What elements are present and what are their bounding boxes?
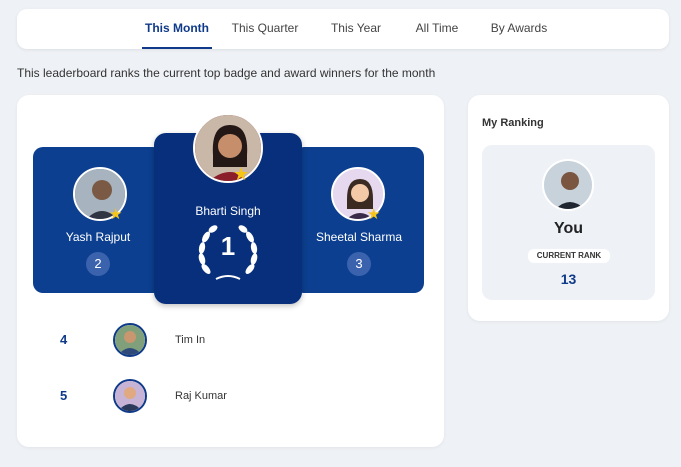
my-ranking-panel: My Ranking You CURRENT RANK 13: [468, 95, 669, 321]
podium-third[interactable]: ★ Sheetal Sharma 3: [294, 147, 424, 293]
podium-second-name: Yash Rajput: [65, 230, 131, 244]
avatar: [113, 379, 147, 413]
list-item-name: Tim In: [175, 334, 206, 346]
period-tabs: This Month This Quarter This Year All Ti…: [17, 9, 669, 49]
podium-second[interactable]: ★ Yash Rajput 2: [33, 147, 163, 293]
podium-third-rank: 3: [347, 252, 371, 276]
avatar: [542, 159, 594, 211]
current-rank-value: 13: [560, 271, 577, 287]
my-ranking-card: You CURRENT RANK 13: [482, 145, 655, 300]
list-item-name: Raj Kumar: [175, 390, 227, 402]
star-icon: ★: [367, 206, 381, 223]
list-item[interactable]: 4 Tim In: [17, 321, 444, 359]
podium-third-name: Sheetal Sharma: [315, 230, 403, 244]
leaderboard-description: This leaderboard ranks the current top b…: [17, 66, 436, 80]
current-rank-badge: CURRENT RANK: [528, 249, 610, 263]
you-label: You: [553, 220, 584, 237]
tab-by-awards[interactable]: By Awards: [487, 9, 551, 49]
tab-this-quarter[interactable]: This Quarter: [229, 9, 301, 49]
podium-first[interactable]: ★ Bharti Singh 1: [154, 113, 302, 304]
leaderboard-card: ★ Yash Rajput 2 ★ Sheetal Sharma 3 ★ Bha…: [17, 95, 444, 447]
list-item[interactable]: 5 Raj Kumar: [17, 377, 444, 415]
avatar: [113, 323, 147, 357]
list-item-rank: 5: [60, 388, 68, 403]
tab-this-year[interactable]: This Year: [326, 9, 386, 49]
avatar-first: [193, 113, 263, 183]
podium-first-name: Bharti Singh: [195, 204, 261, 218]
star-icon: ★: [109, 206, 123, 223]
podium-first-rank: 1: [220, 231, 236, 261]
tab-this-month[interactable]: This Month: [142, 9, 212, 49]
list-item-rank: 4: [60, 332, 68, 347]
my-ranking-title: My Ranking: [482, 117, 544, 129]
tab-all-time[interactable]: All Time: [410, 9, 464, 49]
podium-second-rank: 2: [86, 252, 110, 276]
star-icon: ★: [233, 164, 250, 184]
